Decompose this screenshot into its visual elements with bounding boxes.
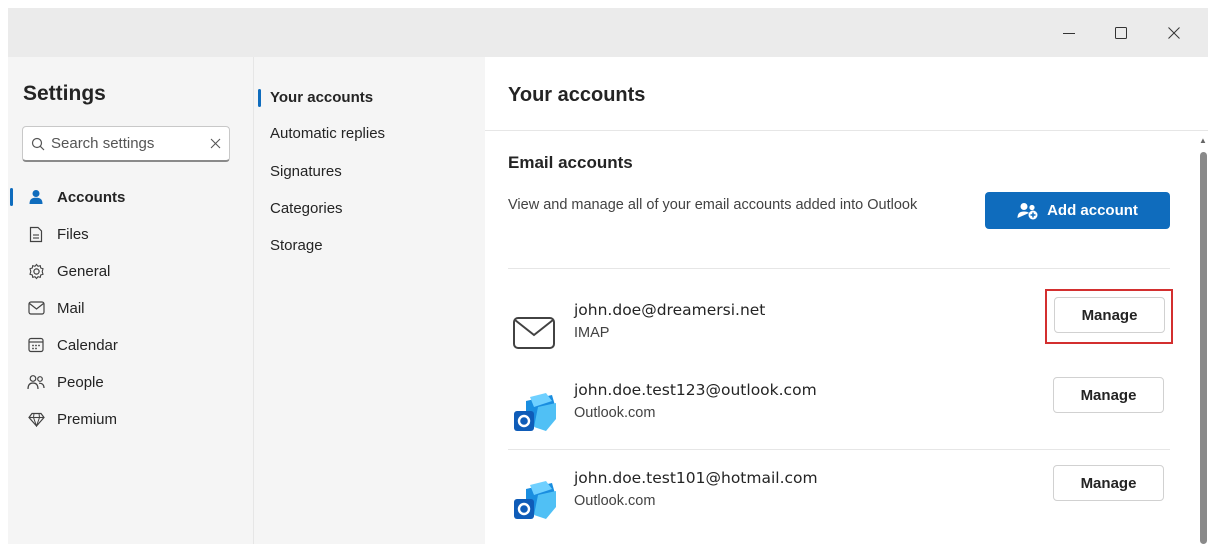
sidebar-item-accounts[interactable]: Accounts <box>8 179 253 215</box>
minimize-icon <box>1063 32 1075 34</box>
person-icon <box>27 188 45 206</box>
sidebar-item-people[interactable]: People <box>8 364 253 400</box>
settings-sidebar: Settings Search settings Accounts Files … <box>8 57 253 544</box>
search-icon <box>31 137 45 150</box>
subnav-item-categories[interactable]: Categories <box>270 200 343 217</box>
sidebar-item-label: Mail <box>57 299 85 317</box>
settings-title: Settings <box>23 82 106 105</box>
scrollbar-thumb[interactable] <box>1200 152 1207 544</box>
add-account-label: Add account <box>1047 202 1138 219</box>
calendar-icon <box>27 336 45 354</box>
mail-icon <box>27 299 45 317</box>
clear-search-icon[interactable] <box>210 138 221 149</box>
account-type: Outlook.com <box>574 405 656 421</box>
search-input[interactable]: Search settings <box>22 126 230 162</box>
sidebar-item-label: Premium <box>57 410 118 428</box>
account-email: john.doe@dreamersi.net <box>574 301 766 319</box>
scroll-up-icon[interactable]: ▲ <box>1199 136 1207 145</box>
sidebar-item-label: Files <box>57 225 89 243</box>
outlook-logo-icon <box>512 481 556 521</box>
sidebar-item-premium[interactable]: Premium <box>8 401 253 437</box>
manage-button[interactable]: Manage <box>1053 465 1164 501</box>
active-indicator <box>10 188 13 206</box>
account-type: IMAP <box>574 325 610 341</box>
subnav-item-storage[interactable]: Storage <box>270 237 323 254</box>
close-button[interactable] <box>1151 8 1197 57</box>
section-title: Email accounts <box>508 153 633 172</box>
document-icon <box>27 225 45 243</box>
divider <box>508 449 1170 450</box>
sidebar-item-mail[interactable]: Mail <box>8 290 253 326</box>
divider <box>508 268 1170 269</box>
active-indicator <box>258 89 261 107</box>
sidebar-item-calendar[interactable]: Calendar <box>8 327 253 363</box>
accounts-subnav: Your accounts Automatic replies Signatur… <box>253 57 485 544</box>
accounts-content: Your accounts Email accounts View and ma… <box>485 57 1208 544</box>
add-person-icon <box>1017 202 1038 219</box>
manage-button[interactable]: Manage <box>1053 377 1164 413</box>
search-placeholder: Search settings <box>51 135 155 152</box>
close-icon <box>1168 26 1180 39</box>
sidebar-item-general[interactable]: General <box>8 253 253 289</box>
account-email: john.doe.test101@hotmail.com <box>574 469 818 487</box>
sidebar-item-label: Accounts <box>57 188 126 206</box>
people-icon <box>27 373 45 391</box>
account-type: Outlook.com <box>574 493 656 509</box>
diamond-icon <box>27 410 45 428</box>
maximize-icon <box>1115 26 1127 39</box>
divider <box>485 130 1208 131</box>
envelope-icon <box>512 313 556 353</box>
add-account-button[interactable]: Add account <box>985 192 1170 229</box>
gear-icon <box>27 262 45 280</box>
manage-button[interactable]: Manage <box>1054 297 1165 333</box>
account-email: john.doe.test123@outlook.com <box>574 381 817 399</box>
minimize-button[interactable] <box>1046 8 1092 57</box>
subnav-item-automatic-replies[interactable]: Automatic replies <box>270 125 385 142</box>
outlook-logo-icon <box>512 393 556 433</box>
title-bar <box>8 8 1208 57</box>
sidebar-item-label: Calendar <box>57 336 118 354</box>
subnav-item-your-accounts[interactable]: Your accounts <box>270 89 373 106</box>
maximize-button[interactable] <box>1098 8 1144 57</box>
section-description: View and manage all of your email accoun… <box>508 197 918 213</box>
sidebar-item-label: General <box>57 262 111 280</box>
sidebar-item-label: People <box>57 373 104 391</box>
subnav-item-signatures[interactable]: Signatures <box>270 163 342 180</box>
sidebar-item-files[interactable]: Files <box>8 216 253 252</box>
page-title: Your accounts <box>508 84 646 106</box>
